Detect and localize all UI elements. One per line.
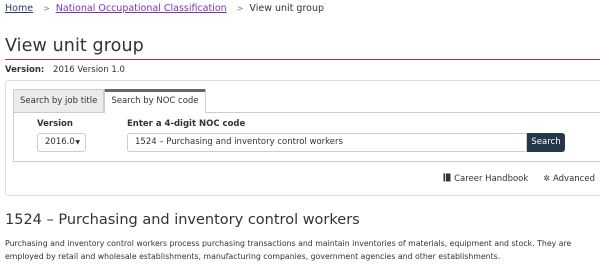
title-divider [5,59,600,60]
breadcrumb-separator: > [236,4,244,13]
breadcrumb-current: View unit group [249,3,325,14]
version-select[interactable]: 2016.0 ▼ [37,133,86,152]
breadcrumb-home-link[interactable]: Home [5,3,33,14]
version-select-value: 2016.0 [45,137,75,147]
book-icon [443,173,451,184]
search-button[interactable]: Search [527,133,565,152]
career-handbook-label: Career Handbook [454,173,529,184]
tab-search-by-noc-code[interactable]: Search by NOC code [104,89,206,113]
breadcrumb: Home > National Occupational Classificat… [5,3,324,14]
tab-search-by-job-title[interactable]: Search by job title [13,89,105,113]
noc-code-input[interactable]: 1524 – Purchasing and inventory control … [127,133,527,152]
unit-group-title: 1524 – Purchasing and inventory control … [5,212,360,228]
chevron-down-icon: ▼ [75,139,80,146]
version-field-label: Version [37,119,73,129]
advanced-label: Advanced [553,173,595,184]
search-tabs: Search by job title Search by NOC code [13,89,206,113]
breadcrumb-noc-link[interactable]: National Occupational Classification [56,3,227,14]
advanced-link[interactable]: ✲ Advanced [543,174,595,184]
tool-links: Career Handbook ✲ Advanced [428,173,595,184]
noc-code-field-label: Enter a 4-digit NOC code [127,119,246,129]
version-line-value: 2016 Version 1.0 [53,65,125,75]
gear-icon: ✲ [543,174,550,183]
version-line-label: Version: [5,65,45,75]
breadcrumb-separator: > [43,4,50,13]
version-line: Version: 2016 Version 1.0 [5,65,125,75]
career-handbook-link[interactable]: Career Handbook [443,173,528,184]
page-title: View unit group [5,36,144,56]
unit-group-description: Purchasing and inventory control workers… [5,239,572,261]
